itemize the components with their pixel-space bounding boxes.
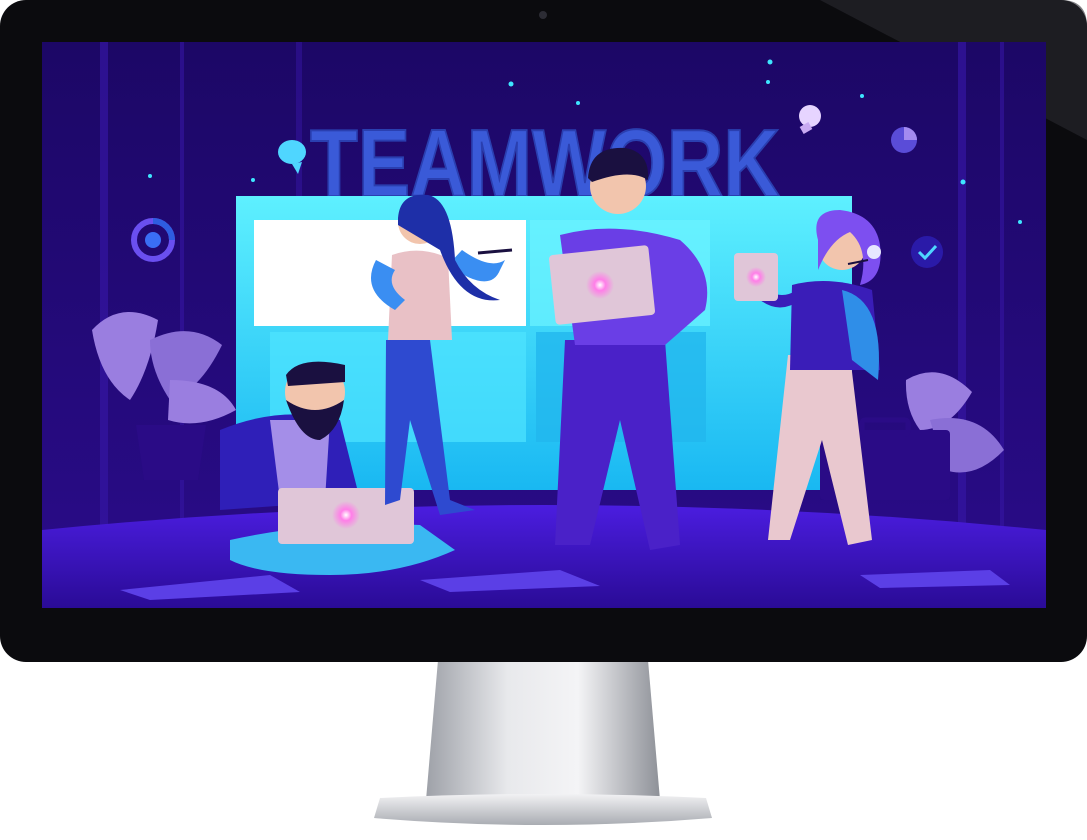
pie-chart-icon	[891, 127, 917, 153]
camera-icon	[539, 11, 547, 19]
monitor-mockup: TEAMWORK	[0, 0, 1087, 840]
stand-base	[374, 794, 712, 825]
screen: TEAMWORK	[42, 42, 1046, 608]
checkmark-icon	[911, 236, 943, 268]
monitor-illustration: TEAMWORK	[0, 0, 1087, 825]
stand-neck	[426, 660, 660, 800]
